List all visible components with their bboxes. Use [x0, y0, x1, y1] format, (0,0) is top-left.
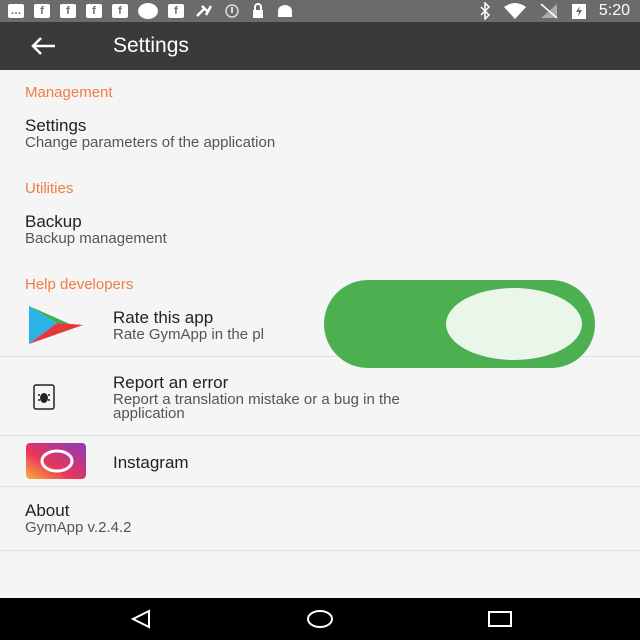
about-title: About: [25, 501, 70, 520]
divider: [0, 550, 640, 551]
lock-icon: [253, 3, 263, 18]
rate-app-subtitle: Rate GymApp in the pl: [113, 326, 264, 343]
settings-title: Settings: [25, 116, 87, 135]
instagram-icon: [26, 443, 86, 479]
toggle-knob[interactable]: [446, 288, 582, 360]
home-circle-icon[interactable]: [306, 609, 334, 629]
report-error-title: Report an error: [113, 373, 229, 392]
settings-subtitle: Change parameters of the application: [25, 134, 276, 151]
backup-title: Backup: [25, 212, 82, 231]
navigation-bar: [0, 598, 640, 640]
section-title-utilities: Utilities: [25, 180, 74, 197]
play-store-icon: [29, 306, 83, 344]
clock-time: 5:20: [598, 2, 630, 19]
status-bar: … f f f f f 5:20: [0, 0, 640, 22]
battery-charging-icon: [571, 4, 586, 19]
facebook-icon: f: [112, 4, 128, 18]
app-toolbar: Settings: [0, 22, 640, 70]
page-title: Settings: [113, 34, 189, 57]
back-triangle-icon[interactable]: [129, 609, 153, 629]
wifi-icon: [503, 3, 526, 19]
divider: [0, 435, 640, 436]
toggle-switch[interactable]: [324, 280, 595, 368]
about-version: GymApp v.2.4.2: [25, 519, 132, 536]
bug-report-icon: [33, 384, 55, 410]
instagram-title: Instagram: [113, 453, 189, 472]
facebook-icon: f: [86, 4, 102, 18]
android-icon: [278, 5, 292, 17]
system-icons: 5:20: [479, 0, 630, 22]
notification-icons: … f f f f f: [0, 3, 294, 19]
divider: [0, 486, 640, 487]
section-title-help-developers: Help developers: [25, 276, 134, 293]
recent-apps-icon[interactable]: [487, 610, 513, 628]
rate-app-title: Rate this app: [113, 308, 214, 327]
facebook-icon: f: [60, 4, 76, 18]
facebook-icon: f: [168, 4, 184, 18]
messages-icon: …: [8, 4, 24, 18]
satellite-icon: [196, 5, 213, 17]
no-signal-icon: [540, 3, 558, 19]
info-icon: [225, 4, 239, 18]
facebook-icon: f: [34, 4, 50, 18]
back-arrow-icon[interactable]: [28, 34, 58, 58]
backup-subtitle: Backup management: [25, 230, 167, 247]
report-error-subtitle-line2: application: [113, 405, 185, 422]
section-title-management: Management: [25, 84, 113, 101]
circle-icon: [138, 3, 158, 19]
bluetooth-icon: [480, 2, 490, 20]
